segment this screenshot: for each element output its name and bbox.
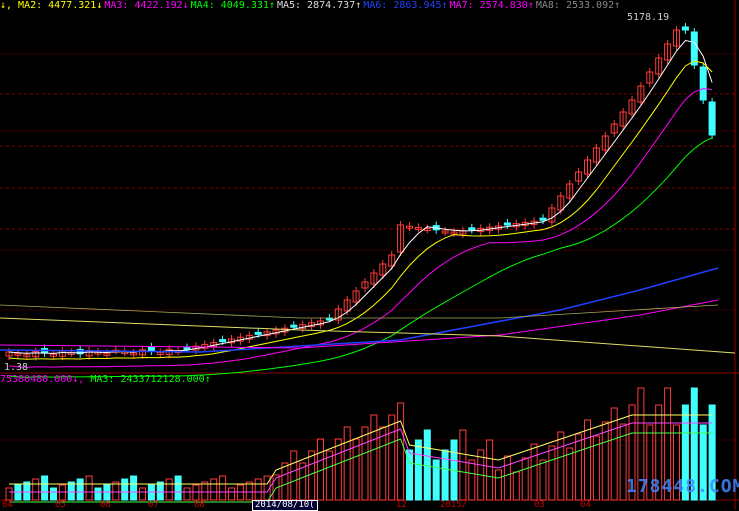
volume-bar [245,481,253,501]
cursor-date-label: 2014/08/10( [252,500,318,511]
kline-chart[interactable] [0,0,739,510]
volume-bar [486,439,494,501]
ma4-line [8,88,713,368]
volume-bar [281,462,289,501]
volume-bar [112,481,120,501]
ma-item: MA4: 4049.331↑ [190,0,275,11]
watermark: 178448.COM [626,476,739,497]
volume-bar [370,414,378,501]
volume-bar [85,475,93,501]
volume-bar [308,450,316,501]
volume-bar [575,433,583,501]
ma-item: MA6: 2863.945↑ [363,0,448,11]
ma-item: ↓, MA2: 4477.321↓ [0,0,103,11]
volume-bar [50,487,57,501]
volume-bar [165,478,173,501]
x-tick-label: 07 [148,500,159,510]
ma-indicator-bar: ↓, MA2: 4477.321↓ MA3: 4422.192↓ MA4: 4049… [0,0,622,12]
volume-bar [290,450,298,501]
candle-body [690,31,698,66]
volume-bar [414,439,422,501]
candle-body [539,217,547,221]
price-low-label: 1.38 [4,362,29,373]
volume-bar [361,426,369,501]
volume-bar [441,449,449,501]
x-tick-label: 12 [396,500,407,510]
volume-bar [210,478,218,501]
volume-bar [432,459,440,501]
x-axis: 04 05 06 07 08 12 2015/03 04 [0,500,739,510]
ma5-line [8,137,713,378]
volume-bar [530,443,538,501]
volume-bar [67,481,75,501]
x-tick-label: 04 [2,500,13,510]
volume-bar [156,481,164,501]
volume-bar [352,438,360,501]
volume-bar [548,445,556,501]
volume-bar [512,471,520,501]
volume-bar [601,421,609,501]
x-tick-label: 03 [534,500,545,510]
volume-bar [254,478,262,501]
candle-body [147,346,155,352]
candle-body [708,101,716,136]
volume-bar [566,447,574,501]
volume-bar [334,438,342,501]
vol-item: 75380480.000↓, [0,374,91,385]
candle-body [681,26,689,31]
ma-item: MA7: 2574.830↑ [449,0,534,11]
volume-bar [388,414,396,501]
volume-bar [423,429,431,501]
volume-bar [219,475,227,501]
ma8-line [0,317,736,354]
volume-bar [557,431,565,501]
candle-body [219,339,227,343]
volume-bar [76,478,84,501]
volume-bar [139,487,146,501]
volume-bar [495,469,502,501]
volume-bar [5,487,13,501]
ma3-line [8,60,713,360]
volume-bar [468,459,476,501]
volume-bar [459,429,467,501]
volume-bar [23,481,31,501]
volume-bar [503,455,511,501]
candle-body [254,331,262,335]
volume-bar [521,457,529,501]
volume-bar [174,475,182,501]
x-tick-label: 08 [194,500,205,510]
candle-body [290,324,298,328]
candle-body [699,66,707,101]
ma-item: MA5: 2874.737↑ [276,0,362,11]
ma-item: MA3: 4422.192↓ [104,0,189,11]
volume-indicator-bar: 75380480.000↓, MA3: 2433712128.000↑ [0,374,211,386]
volume-bar [379,426,387,501]
volume-bar [539,459,547,501]
volume-bar [41,475,49,501]
volume-bar [201,481,209,501]
x-tick-label: 06 [100,500,111,510]
volume-bar [228,487,235,501]
ma7-line [0,299,719,349]
volume-bar [183,487,191,501]
volume-bar [130,475,138,501]
volume-bar [32,478,40,501]
volume-bar [397,402,405,501]
volume-bar [94,487,102,501]
candle-body [503,222,511,226]
ma2-line [8,39,713,354]
x-tick-label: 2015/ [440,500,468,510]
volume-bar [121,478,129,501]
vol-item: MA3: 2433712128.000↑ [90,374,211,385]
vol-ma1-line [9,414,713,485]
ma-item: MA8: 2533.092↑ [535,0,621,11]
candle-body [468,227,476,231]
volume-bar [343,426,351,501]
x-tick-label: 04 [580,500,591,510]
volume-bar [584,419,591,501]
price-high-label: 5178.19 [627,12,670,23]
x-tick-label: 05 [55,500,66,510]
